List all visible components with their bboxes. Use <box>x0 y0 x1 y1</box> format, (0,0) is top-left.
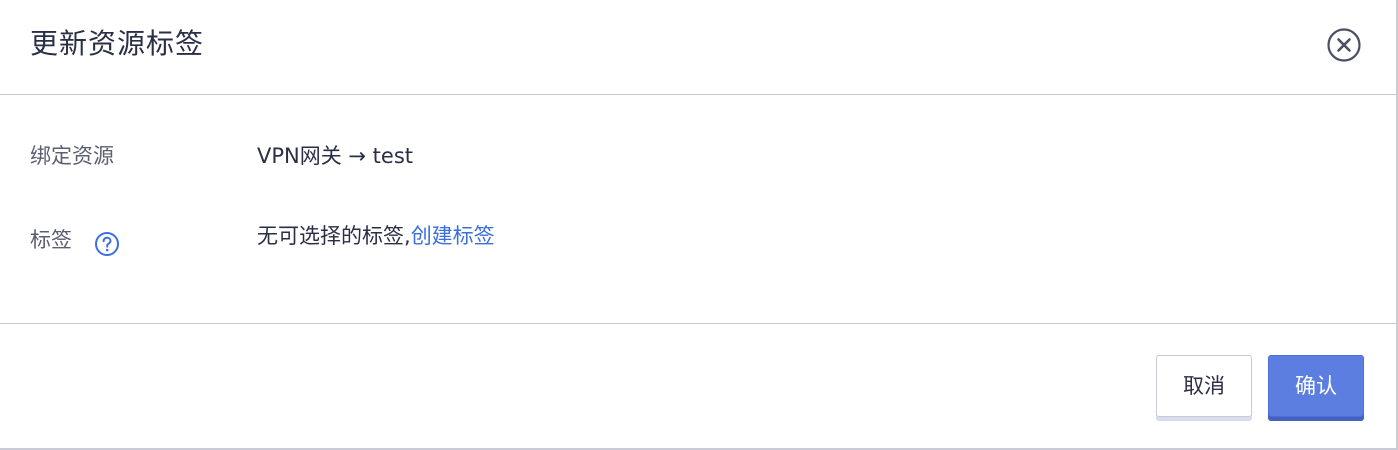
question-circle-icon <box>95 232 119 256</box>
dialog-title: 更新资源标签 <box>30 27 205 60</box>
tag-empty-text: 无可选择的标签, <box>257 224 411 248</box>
confirm-button[interactable]: 确认 <box>1268 355 1364 417</box>
tag-value: 无可选择的标签,创建标签 <box>257 221 495 251</box>
tag-label: 标签 <box>30 228 72 252</box>
close-circle-icon <box>1327 28 1361 62</box>
dialog-header: 更新资源标签 <box>0 0 1396 95</box>
cancel-button[interactable]: 取消 <box>1156 355 1252 417</box>
create-tag-link[interactable]: 创建标签 <box>411 224 495 248</box>
dialog-body: 绑定资源 VPN网关 → test 标签 无可选择的标签,创建标签 <box>0 95 1396 324</box>
resource-label: 绑定资源 <box>30 144 114 168</box>
update-resource-tags-dialog: 更新资源标签 绑定资源 VPN网关 → test 标签 无可选择的标签,创建标签… <box>0 0 1398 450</box>
dialog-footer: 取消 确认 <box>0 324 1396 448</box>
close-button[interactable] <box>1326 27 1362 63</box>
help-button[interactable] <box>94 231 120 257</box>
resource-value: VPN网关 → test <box>257 144 414 168</box>
